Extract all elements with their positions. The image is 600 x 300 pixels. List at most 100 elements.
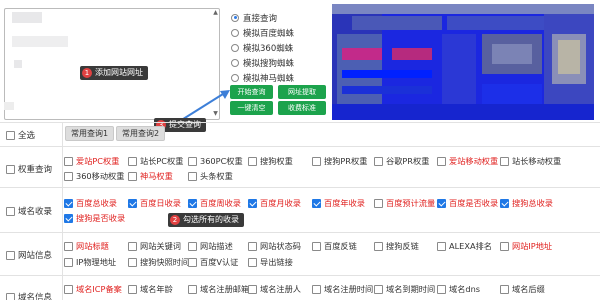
option-sogou-weight[interactable]: 搜狗权重 xyxy=(248,155,293,167)
option-site-title[interactable]: 网站标题 xyxy=(64,240,109,252)
checkbox-icon[interactable] xyxy=(128,156,137,166)
option-aizhan-pc-weight[interactable]: 爱站PC权重 xyxy=(64,155,119,167)
option-label: 网站IP地址 xyxy=(512,241,553,251)
option-360-mobile-weight[interactable]: 360移动权重 xyxy=(64,170,124,182)
option-site-status-code[interactable]: 网站状态码 xyxy=(248,240,301,252)
checkbox-icon[interactable] xyxy=(128,241,137,251)
option-baidu-daily-index[interactable]: 百度日收录 xyxy=(128,197,181,209)
section-weight-checkbox[interactable]: 权重查询 xyxy=(6,163,52,175)
checkbox-icon[interactable] xyxy=(374,284,383,294)
checkbox-icon[interactable] xyxy=(248,257,257,267)
checkbox-icon[interactable] xyxy=(188,156,197,166)
option-zhanzhang-mobile-weight[interactable]: 站长移动权重 xyxy=(500,155,561,167)
checkbox-icon[interactable] xyxy=(500,241,509,251)
option-sogou-total-index[interactable]: 搜狗总收录 xyxy=(500,197,553,209)
checkbox-icon[interactable] xyxy=(6,206,15,216)
checkbox-icon[interactable] xyxy=(128,284,137,294)
option-export-links[interactable]: 导出链接 xyxy=(248,256,293,268)
option-baidu-monthly-index[interactable]: 百度月收录 xyxy=(248,197,301,209)
checkbox-icon[interactable] xyxy=(312,284,321,294)
checkbox-icon[interactable] xyxy=(6,130,15,140)
checkbox-checked-icon[interactable] xyxy=(128,198,137,208)
checkbox-checked-icon[interactable] xyxy=(437,198,446,208)
checkbox-icon[interactable] xyxy=(248,241,257,251)
option-label: 域名ICP备案 xyxy=(76,284,122,294)
checkbox-icon[interactable] xyxy=(248,156,257,166)
option-baidu-is-indexed[interactable]: 百度是否收录 xyxy=(437,197,498,209)
option-label: 域名注册邮箱 xyxy=(200,284,250,294)
option-sogou-snapshot-time[interactable]: 搜狗快照时间 xyxy=(128,256,189,268)
checkbox-icon[interactable] xyxy=(374,241,383,251)
option-zhanzhang-pc-weight[interactable]: 站长PC权重 xyxy=(128,155,183,167)
checkbox-icon[interactable] xyxy=(437,241,446,251)
option-site-description[interactable]: 网站描述 xyxy=(188,240,233,252)
checkbox-icon[interactable] xyxy=(6,292,15,300)
checkbox-icon[interactable] xyxy=(64,156,73,166)
checkbox-icon[interactable] xyxy=(188,257,197,267)
preset-query-2-button[interactable]: 常用查询2 xyxy=(116,126,166,141)
option-domain-reg-email[interactable]: 域名注册邮箱 xyxy=(188,283,249,295)
section-index-checkbox[interactable]: 域名收录 xyxy=(6,205,52,217)
section-site-info-checkbox[interactable]: 网站信息 xyxy=(6,249,52,261)
checkbox-checked-icon[interactable] xyxy=(248,198,257,208)
checkbox-checked-icon[interactable] xyxy=(64,198,73,208)
checkbox-icon[interactable] xyxy=(312,241,321,251)
option-domain-expiry-time[interactable]: 域名到期时间 xyxy=(374,283,435,295)
option-ip-location[interactable]: IP物理地址 xyxy=(64,256,116,268)
option-site-keywords[interactable]: 网站关键词 xyxy=(128,240,181,252)
option-google-pr-weight[interactable]: 谷歌PR权重 xyxy=(374,155,429,167)
option-label: 搜狗权重 xyxy=(260,156,293,166)
option-shenma-weight[interactable]: 神马权重 xyxy=(128,170,173,182)
checkbox-icon[interactable] xyxy=(64,257,73,267)
checkbox-icon[interactable] xyxy=(6,250,15,260)
checkbox-icon[interactable] xyxy=(374,156,383,166)
option-domain-registrant[interactable]: 域名注册人 xyxy=(248,283,301,295)
checkbox-icon[interactable] xyxy=(64,241,73,251)
select-all-checkbox[interactable]: 全选 xyxy=(6,129,35,141)
option-baidu-weekly-index[interactable]: 百度周收录 xyxy=(188,197,241,209)
divider xyxy=(0,275,600,276)
option-domain-suffix[interactable]: 域名后缀 xyxy=(500,283,545,295)
option-alexa-rank[interactable]: ALEXA排名 xyxy=(437,240,492,252)
option-sogou-pr-weight[interactable]: 搜狗PR权重 xyxy=(312,155,367,167)
option-aizhan-mobile-weight[interactable]: 爱站移动权重 xyxy=(437,155,498,167)
checkbox-icon[interactable] xyxy=(188,241,197,251)
option-360-pc-weight[interactable]: 360PC权重 xyxy=(188,155,243,167)
checkbox-checked-icon[interactable] xyxy=(312,198,321,208)
option-domain-icp[interactable]: 域名ICP备案 xyxy=(64,283,122,295)
checkbox-icon[interactable] xyxy=(248,284,257,294)
checkbox-icon[interactable] xyxy=(500,284,509,294)
checkbox-icon[interactable] xyxy=(64,284,73,294)
option-label: 站长移动权重 xyxy=(512,156,562,166)
preset-query-1-button[interactable]: 常用查询1 xyxy=(65,126,115,141)
checkbox-checked-icon[interactable] xyxy=(64,213,73,223)
option-baidu-estimated-traffic[interactable]: 百度预计流量 xyxy=(374,197,435,209)
option-baidu-v-cert[interactable]: 百度V认证 xyxy=(188,256,238,268)
section-domain-info-checkbox[interactable]: 域名信息 xyxy=(6,291,52,300)
option-label: IP物理地址 xyxy=(76,257,117,267)
checkbox-icon[interactable] xyxy=(437,284,446,294)
checkbox-checked-icon[interactable] xyxy=(500,198,509,208)
option-sogou-is-indexed[interactable]: 搜狗是否收录 xyxy=(64,212,125,224)
checkbox-icon[interactable] xyxy=(374,198,383,208)
checkbox-icon[interactable] xyxy=(312,156,321,166)
checkbox-checked-icon[interactable] xyxy=(188,198,197,208)
option-site-ip[interactable]: 网站IP地址 xyxy=(500,240,552,252)
checkbox-icon[interactable] xyxy=(188,171,197,181)
checkbox-icon[interactable] xyxy=(128,257,137,267)
option-baidu-yearly-index[interactable]: 百度年收录 xyxy=(312,197,365,209)
callout-all-collect: 2 勾选所有的收录 xyxy=(168,213,244,227)
option-domain-dns[interactable]: 域名dns xyxy=(437,283,480,295)
option-sogou-backlinks[interactable]: 搜狗反链 xyxy=(374,240,419,252)
checkbox-icon[interactable] xyxy=(128,171,137,181)
option-baidu-total-index[interactable]: 百度总收录 xyxy=(64,197,117,209)
checkbox-icon[interactable] xyxy=(6,164,15,174)
option-toutiao-weight[interactable]: 头条权重 xyxy=(188,170,233,182)
option-domain-reg-time[interactable]: 域名注册时间 xyxy=(312,283,373,295)
checkbox-icon[interactable] xyxy=(64,171,73,181)
option-baidu-backlinks[interactable]: 百度反链 xyxy=(312,240,357,252)
checkbox-icon[interactable] xyxy=(188,284,197,294)
checkbox-icon[interactable] xyxy=(437,156,446,166)
checkbox-icon[interactable] xyxy=(500,156,509,166)
option-domain-age[interactable]: 域名年龄 xyxy=(128,283,173,295)
